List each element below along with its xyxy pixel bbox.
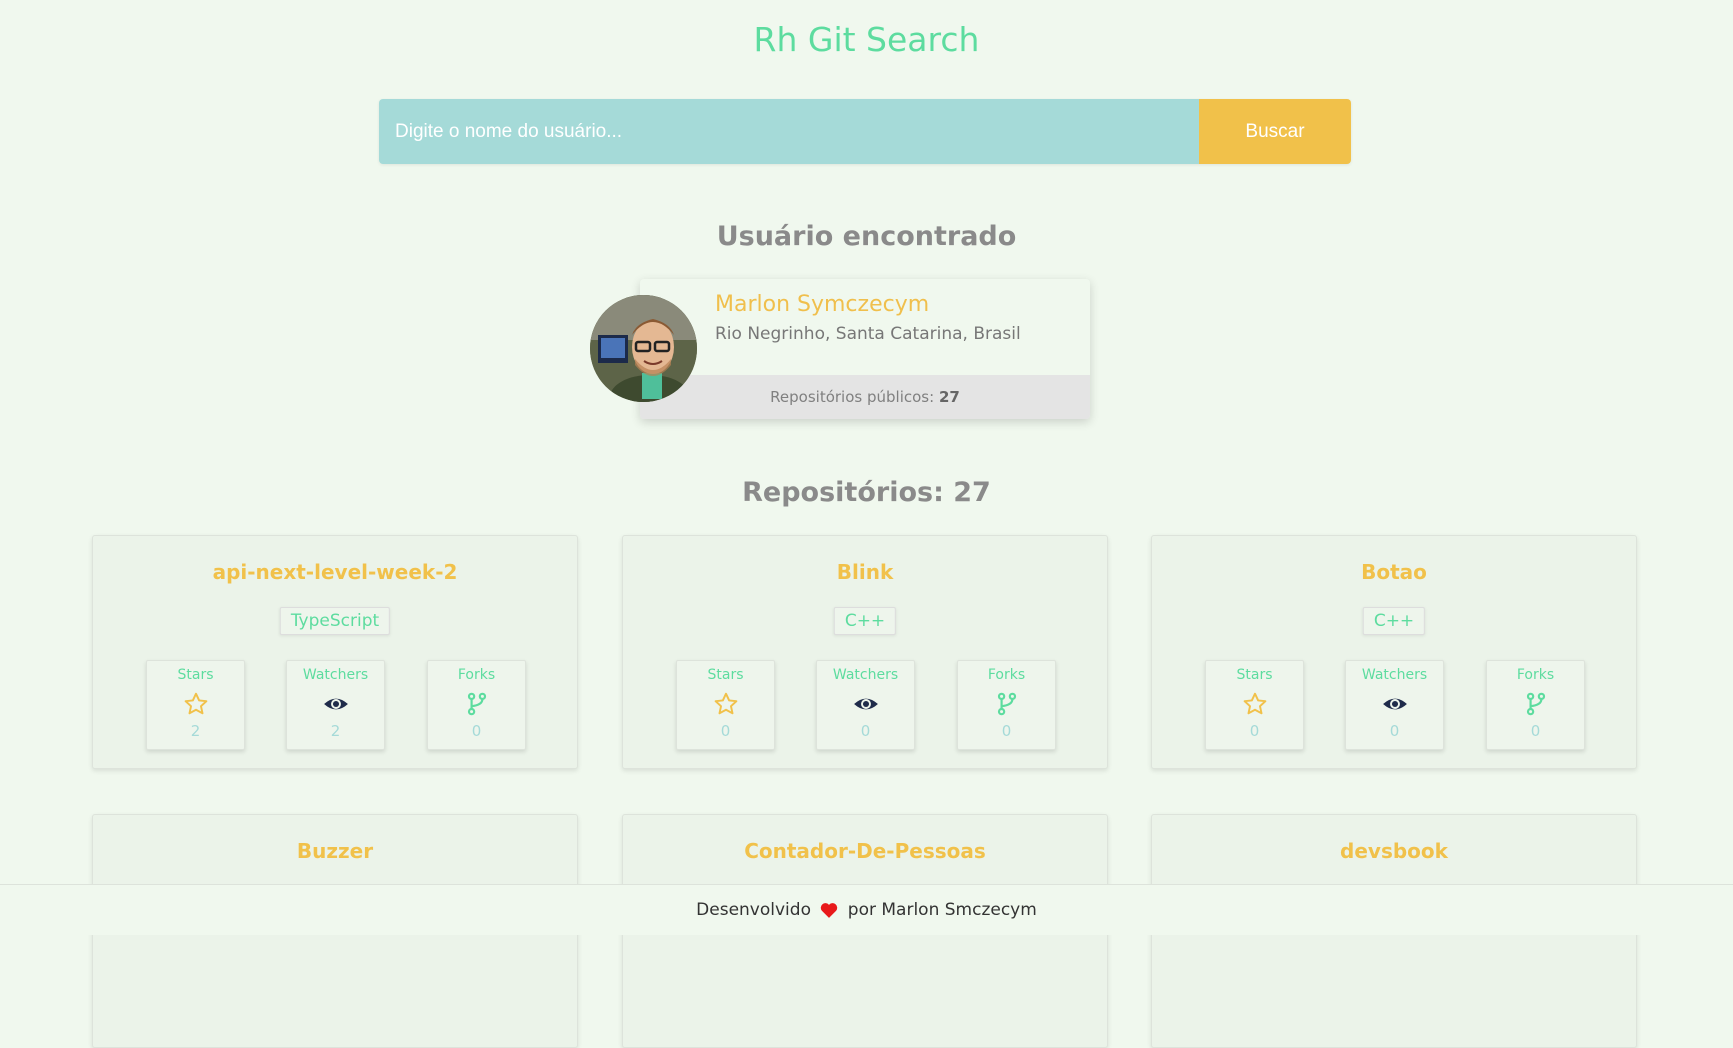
forks-label: Forks <box>987 667 1026 683</box>
watchers-count: 0 <box>860 722 871 740</box>
watchers-label: Watchers <box>832 667 899 683</box>
stars-count: 0 <box>1249 722 1260 740</box>
footer-text-after: por Marlon Smczecym <box>847 900 1037 920</box>
user-card[interactable]: Marlon Symczecym Rio Negrinho, Santa Cat… <box>640 279 1090 419</box>
stars-stat: Stars 0 <box>1205 660 1304 750</box>
star-icon <box>714 692 737 715</box>
repo-name[interactable]: Contador-De-Pessoas <box>623 839 1107 863</box>
language-badge: TypeScript <box>279 607 391 635</box>
repo-card[interactable]: Blink C++ Stars 0 Watchers 0 Forks 0 <box>622 535 1108 769</box>
search-button[interactable]: Buscar <box>1199 99 1351 164</box>
forks-stat: Forks 0 <box>1486 660 1585 750</box>
search-bar: Buscar <box>379 99 1351 164</box>
watchers-stat: Watchers 2 <box>286 660 385 750</box>
public-repos-value: 27 <box>938 388 960 406</box>
watchers-count: 2 <box>330 722 341 740</box>
repo-name[interactable]: api-next-level-week-2 <box>93 560 577 584</box>
stars-label: Stars <box>707 667 744 683</box>
stars-count: 0 <box>720 722 731 740</box>
eye-icon <box>323 698 348 710</box>
public-repos-label: Repositórios públicos: <box>770 388 935 406</box>
avatar <box>590 295 697 402</box>
watchers-label: Watchers <box>1361 667 1428 683</box>
user-section-heading: Usuário encontrado <box>716 221 1017 252</box>
repo-name[interactable]: Blink <box>623 560 1107 584</box>
fork-icon <box>467 692 486 716</box>
footer-text-before: Desenvolvido <box>696 900 811 920</box>
forks-count: 0 <box>471 722 482 740</box>
repos-section-heading: Repositórios: 27 <box>742 477 991 508</box>
watchers-label: Watchers <box>302 667 369 683</box>
stars-count: 2 <box>190 722 201 740</box>
stars-stat: Stars 2 <box>146 660 245 750</box>
fork-icon <box>1526 692 1545 716</box>
stars-label: Stars <box>1236 667 1273 683</box>
repo-name[interactable]: devsbook <box>1152 839 1636 863</box>
forks-count: 0 <box>1001 722 1012 740</box>
page-footer: Desenvolvido por Marlon Smczecym <box>0 884 1733 935</box>
repo-card[interactable]: Botao C++ Stars 0 Watchers 0 Forks 0 <box>1151 535 1637 769</box>
search-input[interactable] <box>379 99 1199 164</box>
user-location: Rio Negrinho, Santa Catarina, Brasil <box>715 324 1021 344</box>
repo-name[interactable]: Botao <box>1152 560 1636 584</box>
repo-card[interactable]: api-next-level-week-2 TypeScript Stars 2… <box>92 535 578 769</box>
stars-stat: Stars 0 <box>676 660 775 750</box>
watchers-stat: Watchers 0 <box>816 660 915 750</box>
eye-icon <box>853 698 878 710</box>
forks-count: 0 <box>1530 722 1541 740</box>
watchers-stat: Watchers 0 <box>1345 660 1444 750</box>
watchers-count: 0 <box>1389 722 1400 740</box>
star-icon <box>1243 692 1266 715</box>
forks-stat: Forks 0 <box>957 660 1056 750</box>
repo-name[interactable]: Buzzer <box>93 839 577 863</box>
star-icon <box>184 692 207 715</box>
public-repos-count: Repositórios públicos: 27 <box>640 375 1090 419</box>
eye-icon <box>1382 698 1407 710</box>
stars-label: Stars <box>177 667 214 683</box>
fork-icon <box>997 692 1016 716</box>
forks-stat: Forks 0 <box>427 660 526 750</box>
forks-label: Forks <box>1516 667 1555 683</box>
app-title: Rh Git Search <box>753 20 980 59</box>
language-badge: C++ <box>833 607 897 635</box>
user-name: Marlon Symczecym <box>715 292 930 317</box>
language-badge: C++ <box>1362 607 1426 635</box>
heart-icon <box>821 903 838 918</box>
forks-label: Forks <box>457 667 496 683</box>
